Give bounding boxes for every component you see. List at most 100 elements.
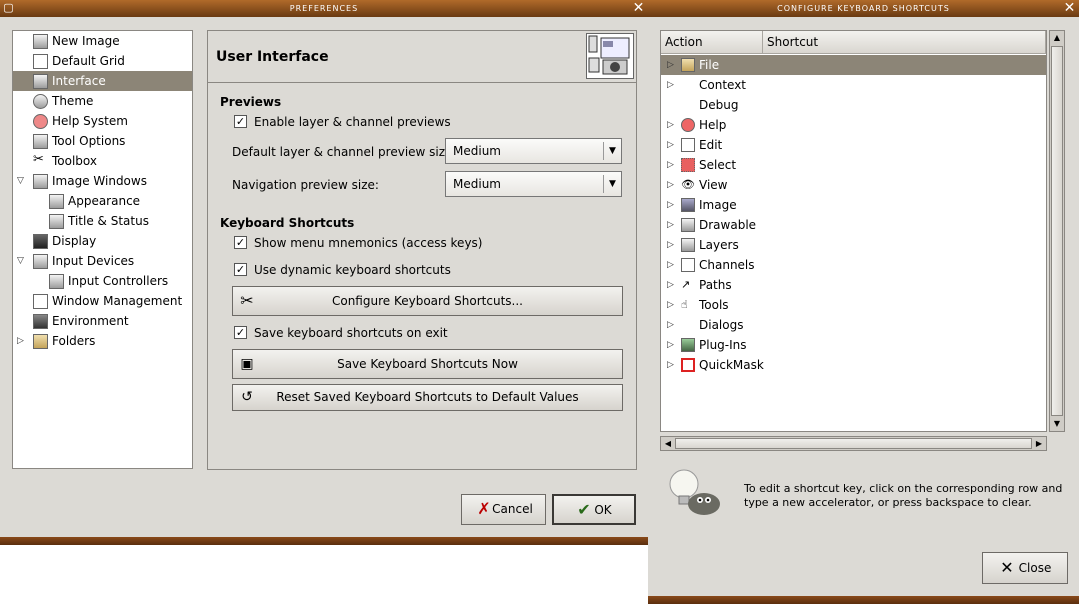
save-on-exit-checkbox[interactable]: ✓ [234, 326, 247, 339]
save-shortcuts-now-button[interactable]: ▣ Save Keyboard Shortcuts Now [232, 349, 623, 379]
enable-previews-checkbox[interactable]: ✓ [234, 115, 247, 128]
expand-arrow-icon[interactable]: ▷ [667, 315, 677, 335]
preview-size-select[interactable]: Medium ▼ [445, 138, 622, 164]
dynamic-shortcuts-checkbox[interactable]: ✓ [234, 263, 247, 276]
sidebar-item-display[interactable]: Display [13, 231, 192, 251]
show-mnemonics-checkbox-row[interactable]: ✓ Show menu mnemonics (access keys) [234, 235, 534, 251]
action-row-view[interactable]: ▷ 👁 View [661, 175, 1046, 195]
sidebar-item-toolbox[interactable]: ✂ Toolbox [13, 151, 192, 171]
sidebar-item-new-image[interactable]: New Image [13, 31, 192, 51]
interface-illustration-icon [586, 33, 634, 79]
scroll-right-arrow-icon[interactable]: ▶ [1032, 437, 1046, 450]
expand-arrow-icon[interactable]: ▷ [667, 355, 677, 375]
drawable-icon [681, 218, 695, 232]
ok-button[interactable]: ✔ OK [552, 494, 636, 525]
horizontal-scrollbar[interactable]: ◀ ▶ [660, 436, 1047, 451]
collapse-arrow-icon[interactable]: ▽ [17, 171, 27, 191]
sidebar-item-appearance[interactable]: Appearance [13, 191, 192, 211]
window-title: CONFIGURE KEYBOARD SHORTCUTS [777, 4, 950, 13]
action-row-channels[interactable]: ▷ Channels [661, 255, 1046, 275]
display-icon [33, 234, 48, 249]
expand-arrow-icon[interactable]: ▷ [667, 275, 677, 295]
cancel-button[interactable]: ✗ Cancel [461, 494, 546, 525]
show-mnemonics-checkbox[interactable]: ✓ [234, 236, 247, 249]
image-windows-icon [33, 174, 48, 189]
preferences-window: ▢ PREFERENCES ✕ New Image Default Grid I… [0, 0, 648, 545]
expand-arrow-icon[interactable]: ▷ [667, 335, 677, 355]
eye-icon: 👁 [681, 178, 695, 191]
horizontal-scroll-thumb[interactable] [675, 438, 1032, 449]
expand-arrow-icon[interactable]: ▷ [667, 75, 677, 95]
action-row-debug[interactable]: Debug [661, 95, 1046, 115]
close-window-icon[interactable]: ✕ [1063, 1, 1077, 15]
expand-arrow-icon[interactable]: ▷ [667, 135, 677, 155]
action-row-dialogs[interactable]: ▷ Dialogs [661, 315, 1046, 335]
vertical-scroll-thumb[interactable] [1051, 46, 1063, 416]
action-row-plug-ins[interactable]: ▷ Plug-Ins [661, 335, 1046, 355]
action-row-image[interactable]: ▷ Image [661, 195, 1046, 215]
action-row-layers[interactable]: ▷ Layers [661, 235, 1046, 255]
keyboard-shortcuts-titlebar[interactable]: CONFIGURE KEYBOARD SHORTCUTS ✕ [648, 0, 1079, 17]
sidebar-item-help-system[interactable]: Help System [13, 111, 192, 131]
action-row-help[interactable]: ▷ Help [661, 115, 1046, 135]
sidebar-item-folders[interactable]: ▷ Folders [13, 331, 192, 351]
lifebuoy-icon [33, 114, 48, 129]
action-row-file[interactable]: ▷ File [661, 55, 1046, 75]
sidebar-item-title-status[interactable]: Title & Status [13, 211, 192, 231]
expand-arrow-icon[interactable]: ▷ [667, 255, 677, 275]
window-menu-icon[interactable]: ▢ [2, 1, 16, 15]
navigation-preview-size-select[interactable]: Medium ▼ [445, 171, 622, 197]
sidebar-item-environment[interactable]: Environment [13, 311, 192, 331]
expand-arrow-icon[interactable]: ▷ [667, 175, 677, 195]
scroll-up-arrow-icon[interactable]: ▲ [1050, 31, 1064, 45]
sidebar-item-tool-options[interactable]: Tool Options [13, 131, 192, 151]
dropdown-arrow-icon: ▼ [603, 175, 621, 193]
reset-shortcuts-button[interactable]: ↺ Reset Saved Keyboard Shortcuts to Defa… [232, 384, 623, 411]
action-row-edit[interactable]: ▷ Edit [661, 135, 1046, 155]
sidebar-item-interface[interactable]: Interface [13, 71, 192, 91]
action-row-context[interactable]: ▷ Context [661, 75, 1046, 95]
keyboard-shortcuts-window: CONFIGURE KEYBOARD SHORTCUTS ✕ Action Sh… [648, 0, 1079, 604]
collapse-arrow-icon[interactable]: ▽ [17, 251, 27, 271]
sidebar-item-input-devices[interactable]: ▽ Input Devices [13, 251, 192, 271]
action-row-quickmask[interactable]: ▷ QuickMask [661, 355, 1046, 375]
expand-arrow-icon[interactable]: ▷ [667, 55, 677, 75]
preview-size-label: Default layer & channel preview size: [232, 145, 457, 159]
save-on-exit-checkbox-row[interactable]: ✓ Save keyboard shortcuts on exit [234, 325, 534, 341]
image-icon [681, 198, 695, 212]
sidebar-item-default-grid[interactable]: Default Grid [13, 51, 192, 71]
close-button[interactable]: ✕ Close [982, 552, 1068, 584]
action-row-tools[interactable]: ▷ ☝ Tools [661, 295, 1046, 315]
close-x-icon: ✕ [1000, 558, 1014, 577]
close-window-icon[interactable]: ✕ [632, 1, 646, 15]
wrench-icon: ✂ [240, 291, 254, 310]
expand-arrow-icon[interactable]: ▷ [667, 195, 677, 215]
action-column-header[interactable]: Action [661, 31, 763, 54]
dynamic-shortcuts-checkbox-row[interactable]: ✓ Use dynamic keyboard shortcuts [234, 262, 534, 278]
expand-arrow-icon[interactable]: ▷ [667, 295, 677, 315]
expand-arrow-icon[interactable]: ▷ [667, 155, 677, 175]
scroll-left-arrow-icon[interactable]: ◀ [661, 437, 675, 450]
expand-arrow-icon[interactable]: ▷ [667, 235, 677, 255]
input-devices-icon [33, 254, 48, 269]
expand-arrow-icon[interactable]: ▷ [667, 215, 677, 235]
sidebar-item-image-windows[interactable]: ▽ Image Windows [13, 171, 192, 191]
window-bottom-border [648, 596, 1079, 604]
preferences-titlebar[interactable]: ▢ PREFERENCES ✕ [0, 0, 648, 17]
configure-shortcuts-button[interactable]: ✂ Configure Keyboard Shortcuts... [232, 286, 623, 316]
shortcut-column-header[interactable]: Shortcut [763, 31, 1046, 54]
enable-previews-checkbox-row[interactable]: ✓ Enable layer & channel previews [234, 114, 534, 130]
sidebar-item-theme[interactable]: Theme [13, 91, 192, 111]
sidebar-item-window-management[interactable]: Window Management [13, 291, 192, 311]
action-row-paths[interactable]: ▷ ↗ Paths [661, 275, 1046, 295]
scroll-down-arrow-icon[interactable]: ▼ [1050, 417, 1064, 431]
folder-icon [33, 334, 48, 349]
edit-icon [681, 138, 695, 152]
expand-arrow-icon[interactable]: ▷ [667, 115, 677, 135]
vertical-scrollbar[interactable]: ▲ ▼ [1049, 30, 1065, 432]
action-row-select[interactable]: ▷ Select [661, 155, 1046, 175]
action-row-drawable[interactable]: ▷ Drawable [661, 215, 1046, 235]
paths-icon: ↗ [681, 278, 691, 291]
sidebar-item-input-controllers[interactable]: Input Controllers [13, 271, 192, 291]
expand-arrow-icon[interactable]: ▷ [17, 331, 27, 351]
